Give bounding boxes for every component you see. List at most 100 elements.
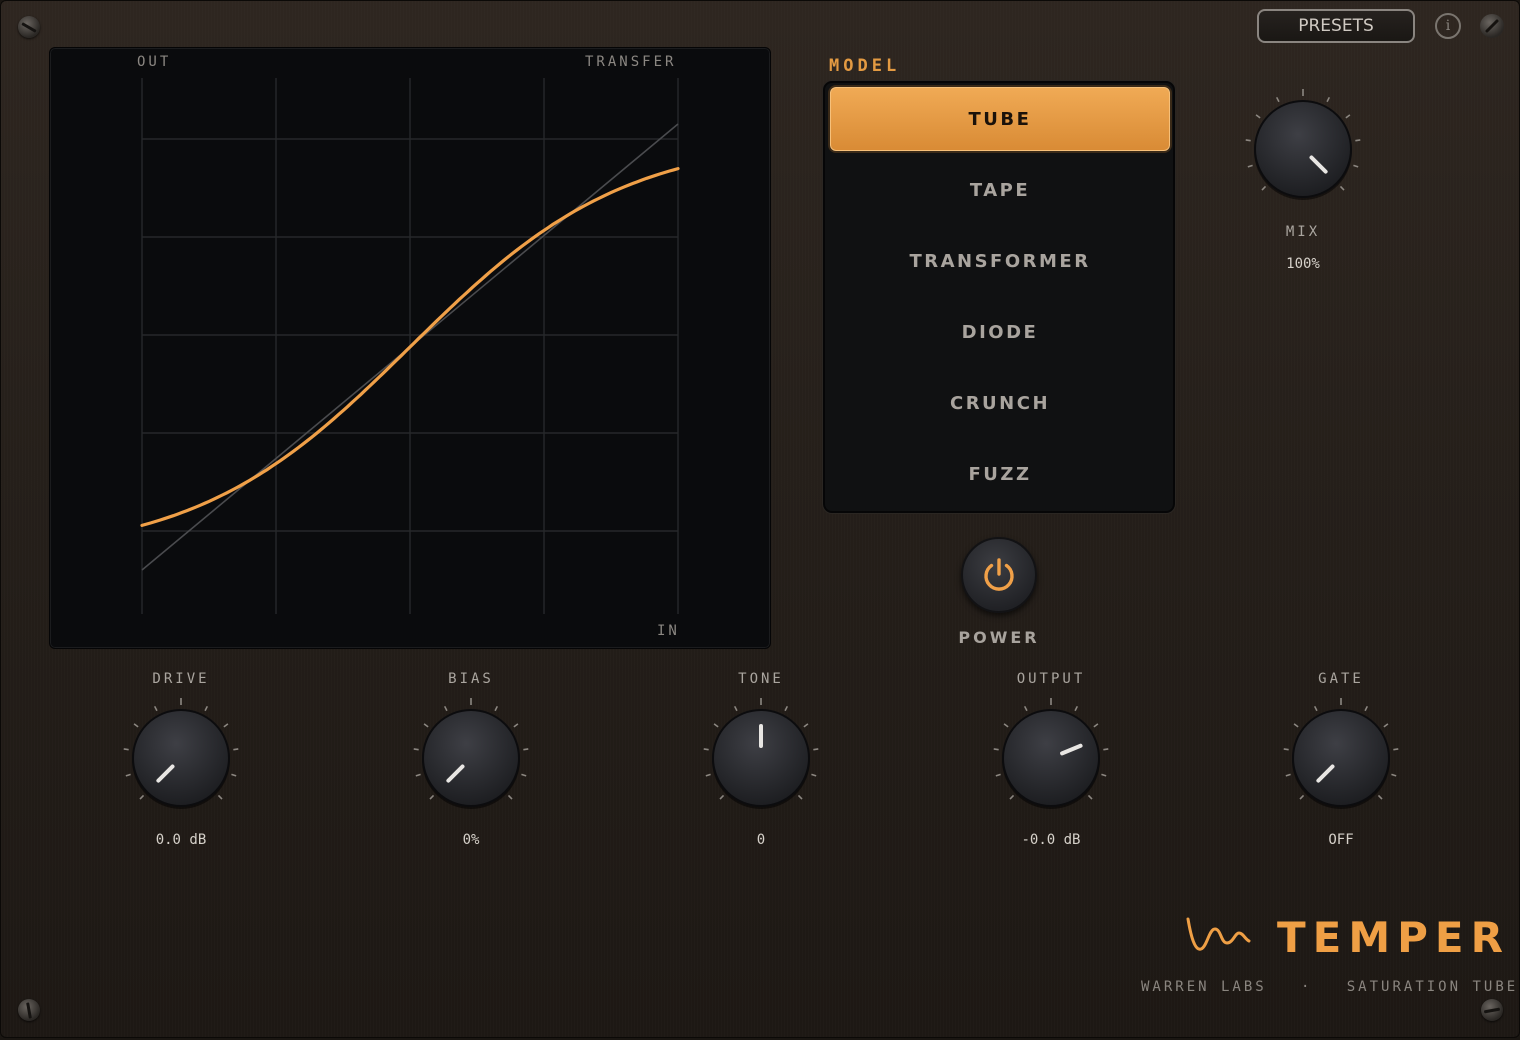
- edit-icon[interactable]: [1480, 14, 1504, 38]
- mix-tick: [1245, 139, 1251, 142]
- gate-tick: [1299, 794, 1305, 800]
- gate-knob[interactable]: [1281, 698, 1401, 818]
- tone-tick: [811, 773, 817, 777]
- screw-bottom-right: [1481, 999, 1503, 1021]
- bias-knob-group: BIAS 0%: [391, 668, 551, 858]
- gate-knob-group: GATE OFF: [1261, 668, 1421, 858]
- brand-maker: WARREN LABS: [1141, 979, 1267, 995]
- drive-knob[interactable]: [121, 698, 241, 818]
- graph-title: TRANSFER: [585, 54, 677, 70]
- bias-tick: [521, 773, 527, 777]
- drive-label: DRIVE: [152, 671, 210, 687]
- info-glyph: i: [1445, 18, 1451, 34]
- tone-knob[interactable]: [701, 698, 821, 818]
- tone-value: 0: [756, 832, 766, 848]
- bias-dial: [422, 709, 520, 807]
- tone-tick: [705, 773, 711, 777]
- output-tick: [1009, 794, 1015, 800]
- output-tick: [1103, 748, 1109, 751]
- gate-tick: [1285, 773, 1291, 777]
- gate-value: OFF: [1328, 832, 1354, 848]
- output-tick: [1003, 723, 1009, 728]
- model-option-fuzz[interactable]: FUZZ: [830, 442, 1170, 506]
- mix-value: 100%: [1286, 256, 1320, 272]
- brand-product: SATURATION TUBE: [1346, 979, 1519, 995]
- mix-tick: [1247, 164, 1253, 168]
- output-tick: [993, 748, 999, 751]
- model-selector: TUBE TAPE TRANSFORMER DIODE CRUNCH FUZZ: [823, 81, 1175, 513]
- mix-tick: [1326, 96, 1331, 103]
- output-knob[interactable]: [991, 698, 1111, 818]
- drive-tick: [123, 748, 129, 751]
- bias-tick: [443, 705, 448, 712]
- presets-button[interactable]: PRESETS: [1257, 9, 1415, 43]
- bias-value: 0%: [462, 832, 480, 848]
- output-label: OUTPUT: [1016, 671, 1086, 687]
- gate-label: GATE: [1318, 671, 1364, 687]
- tone-tick: [797, 794, 803, 800]
- bias-tick: [494, 705, 499, 712]
- drive-dial: [132, 709, 230, 807]
- pencil-icon: [1485, 19, 1499, 33]
- mix-tick: [1353, 164, 1359, 168]
- tone-tick: [803, 723, 809, 728]
- mix-knob-group: MIX 100%: [1223, 89, 1383, 279]
- drive-tick: [231, 773, 237, 777]
- bias-label: BIAS: [448, 671, 494, 687]
- transfer-graph-canvas: [140, 78, 680, 614]
- plugin-panel: PRESETS i OUT TRANSFER IN MODEL TUBE TAPE…: [0, 0, 1520, 1038]
- info-icon[interactable]: i: [1435, 13, 1461, 39]
- mix-tick: [1339, 185, 1345, 191]
- brand-name: TEMPER: [1277, 913, 1510, 962]
- brand-separator: ·: [1301, 979, 1313, 995]
- output-tick: [995, 773, 1001, 777]
- model-option-transformer[interactable]: TRANSFORMER: [830, 229, 1170, 293]
- drive-tick: [204, 705, 209, 712]
- output-dial: [1002, 709, 1100, 807]
- bias-knob[interactable]: [411, 698, 531, 818]
- mix-tick: [1261, 185, 1267, 191]
- gate-tick: [1313, 705, 1318, 712]
- power-label: POWER: [958, 628, 1040, 647]
- gate-tick: [1283, 748, 1289, 751]
- gate-tick: [1391, 773, 1397, 777]
- gate-tick: [1383, 723, 1389, 728]
- gate-tick: [1293, 723, 1299, 728]
- gate-tick: [1377, 794, 1383, 800]
- output-tick: [1087, 794, 1093, 800]
- drive-knob-group: DRIVE 0.0 dB: [101, 668, 261, 858]
- tone-tick: [719, 794, 725, 800]
- screw-bottom-left: [18, 999, 40, 1021]
- tone-tick: [703, 748, 709, 751]
- mix-tick: [1355, 139, 1361, 142]
- output-tick: [1101, 773, 1107, 777]
- graph-in-label: IN: [657, 623, 680, 639]
- mix-knob[interactable]: [1243, 89, 1363, 209]
- bias-tick: [429, 794, 435, 800]
- mix-tick: [1275, 96, 1280, 103]
- brand-subtitle: WARREN LABS · SATURATION TUBE: [1141, 979, 1515, 995]
- model-option-tube[interactable]: TUBE: [830, 87, 1170, 151]
- bias-tick: [423, 723, 429, 728]
- drive-tick: [223, 723, 229, 728]
- bias-tick: [523, 748, 529, 751]
- gate-tick: [1364, 705, 1369, 712]
- bias-tick: [413, 748, 419, 751]
- mix-tick: [1255, 114, 1261, 119]
- model-option-crunch[interactable]: CRUNCH: [830, 371, 1170, 435]
- drive-value: 0.0 dB: [155, 832, 207, 848]
- tone-tick: [813, 748, 819, 751]
- model-option-tape[interactable]: TAPE: [830, 158, 1170, 222]
- power-button[interactable]: [961, 537, 1037, 613]
- gate-tick: [1393, 748, 1399, 751]
- bias-tick: [513, 723, 519, 728]
- mix-label: MIX: [1285, 224, 1321, 240]
- bias-tick: [507, 794, 513, 800]
- output-tick: [1074, 705, 1079, 712]
- output-tick: [1093, 723, 1099, 728]
- drive-tick: [233, 748, 239, 751]
- tone-label: TONE: [738, 671, 784, 687]
- drive-tick: [133, 723, 139, 728]
- model-option-diode[interactable]: DIODE: [830, 300, 1170, 364]
- mix-tick: [1345, 114, 1351, 119]
